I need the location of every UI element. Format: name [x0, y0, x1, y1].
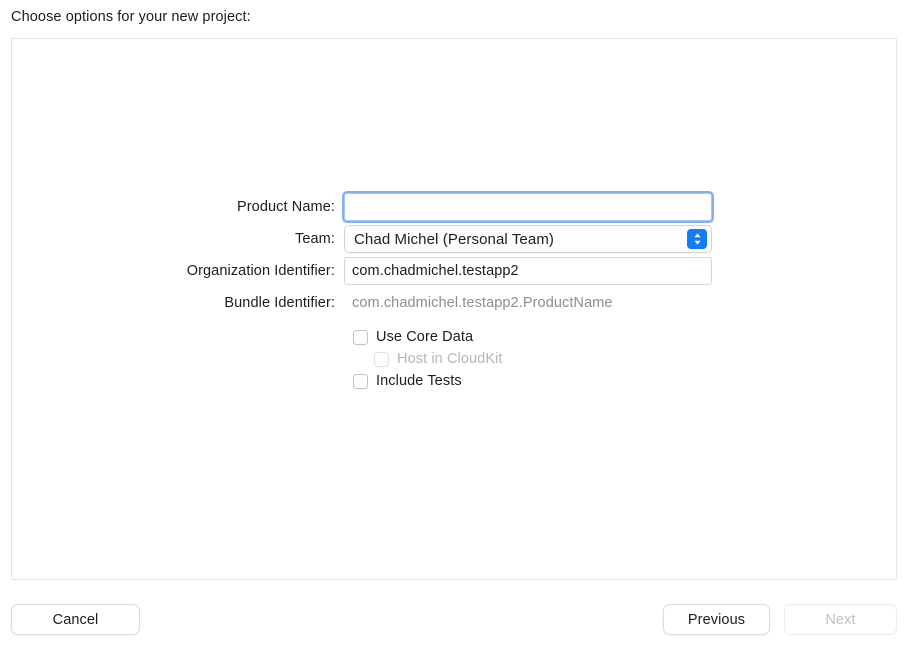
row-include-tests[interactable]: Include Tests [12, 370, 896, 392]
dialog-footer: Cancel Previous Next [0, 604, 909, 635]
host-in-cloudkit-label: Host in CloudKit [397, 351, 503, 367]
product-name-label: Product Name: [236, 199, 335, 215]
product-name-control [344, 193, 896, 221]
organization-identifier-control [344, 257, 896, 285]
organization-identifier-input[interactable] [344, 257, 712, 285]
row-product-name: Product Name: [12, 193, 896, 221]
include-tests-label[interactable]: Include Tests [376, 373, 462, 389]
bundle-identifier-value: com.chadmichel.testapp2.ProductName [352, 295, 613, 311]
project-options-form: Product Name: Team: Chad Michel (Persona… [12, 193, 896, 392]
bundle-identifier-control: com.chadmichel.testapp2.ProductName [344, 295, 896, 311]
include-tests-checkbox[interactable] [353, 373, 368, 389]
next-button[interactable]: Next [784, 604, 897, 635]
use-core-data-label[interactable]: Use Core Data [376, 329, 473, 345]
row-bundle-identifier: Bundle Identifier: com.chadmichel.testap… [12, 292, 896, 314]
row-use-core-data[interactable]: Use Core Data [12, 326, 896, 348]
use-core-data-checkbox[interactable] [353, 329, 368, 345]
team-popup-button[interactable]: Chad Michel (Personal Team) [344, 225, 712, 253]
product-name-input[interactable] [344, 193, 712, 221]
team-selected-value: Chad Michel (Personal Team) [354, 230, 555, 248]
cancel-button[interactable]: Cancel [11, 604, 140, 635]
row-team: Team: Chad Michel (Personal Team) [12, 225, 896, 253]
row-organization-identifier: Organization Identifier: [12, 257, 896, 285]
bundle-identifier-label: Bundle Identifier: [224, 295, 335, 311]
row-host-in-cloudkit: Host in CloudKit [12, 348, 896, 370]
page-title: Choose options for your new project: [11, 9, 251, 25]
chevron-up-down-icon[interactable] [687, 229, 707, 249]
options-panel: Product Name: Team: Chad Michel (Persona… [11, 38, 897, 580]
organization-identifier-label: Organization Identifier: [186, 263, 335, 279]
team-label: Team: [295, 231, 335, 247]
host-in-cloudkit-checkbox [374, 351, 389, 367]
team-control: Chad Michel (Personal Team) [344, 225, 896, 253]
previous-button[interactable]: Previous [663, 604, 770, 635]
